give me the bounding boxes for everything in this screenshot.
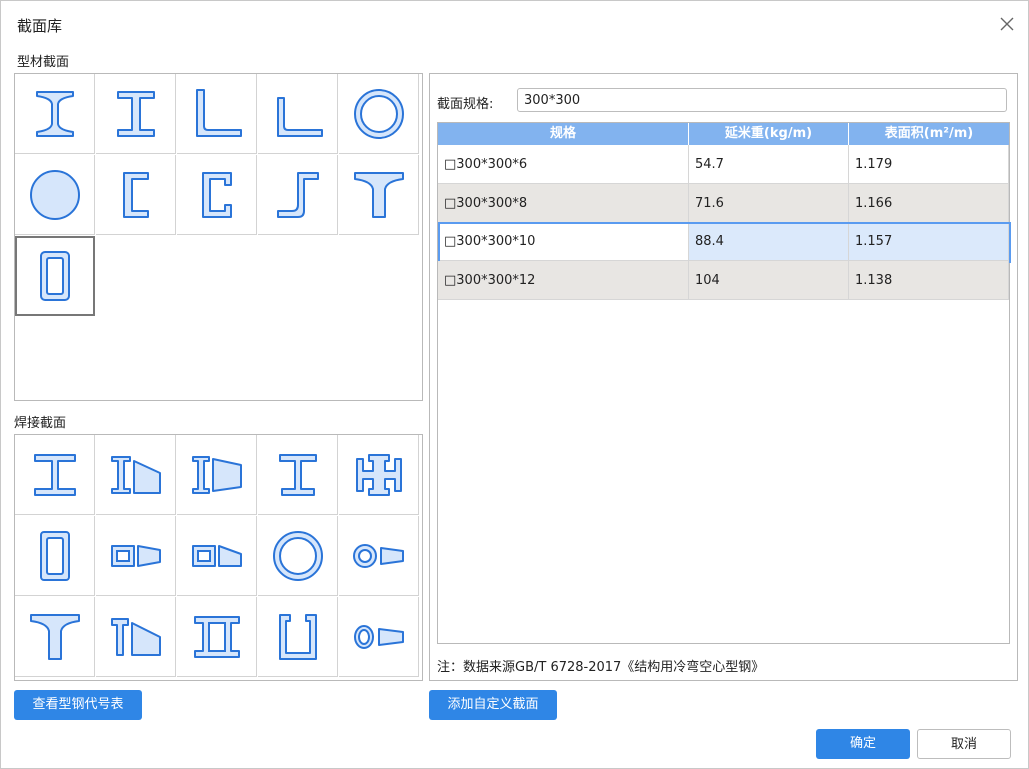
table-header: 规格 延米重(kg/m) 表面积(m²/m) — [438, 123, 1009, 145]
welded-i-icon[interactable] — [15, 435, 95, 515]
welded-section-label: 焊接截面 — [14, 416, 67, 431]
table-row-selected[interactable]: □300*300*10 88.4 1.157 — [438, 222, 1009, 261]
cell-spec: □300*300*12 — [438, 261, 689, 300]
welded-u-icon[interactable] — [258, 597, 338, 677]
cell-spec: □300*300*10 — [438, 222, 689, 261]
table-row[interactable]: □300*300*12 104 1.138 — [438, 261, 1009, 300]
cell-weight: 104 — [689, 261, 849, 300]
spec-input[interactable] — [517, 88, 1007, 112]
cell-weight: 71.6 — [689, 184, 849, 223]
table-row[interactable]: □300*300*8 71.6 1.166 — [438, 184, 1009, 223]
lipped-channel-icon[interactable] — [177, 155, 257, 235]
unequal-angle-icon[interactable] — [258, 74, 338, 154]
cell-surface-area: 1.179 — [849, 145, 1009, 184]
channel-icon[interactable] — [96, 155, 176, 235]
welded-pipe-icon[interactable] — [258, 516, 338, 596]
welded-tapered-i-2-icon[interactable] — [177, 435, 257, 515]
t-section-icon[interactable] — [339, 155, 419, 235]
header-weight[interactable]: 延米重(kg/m) — [689, 123, 849, 145]
welded-box-icon[interactable] — [15, 516, 95, 596]
table-row[interactable]: □300*300*6 54.7 1.179 — [438, 145, 1009, 184]
welded-double-i-icon[interactable] — [177, 597, 257, 677]
round-bar-icon[interactable] — [15, 155, 95, 235]
view-code-table-button[interactable]: 查看型钢代号表 — [14, 690, 142, 720]
welded-cross-icon[interactable] — [339, 435, 419, 515]
cell-spec: □300*300*6 — [438, 145, 689, 184]
section-library-dialog: 截面库 型材截面 焊接截面 截面规格: 300*300 规格 延米重(kg/m)… — [0, 0, 1029, 769]
i-beam-icon[interactable] — [15, 74, 95, 154]
cancel-button[interactable]: 取消 — [917, 729, 1011, 759]
data-source-note: 注：数据来源GB/T 6728-2017《结构用冷弯空心型钢》 — [437, 660, 765, 675]
cell-surface-area: 1.138 — [849, 261, 1009, 300]
spec-table: 规格 延米重(kg/m) 表面积(m²/m) □300*300*6 54.7 1… — [437, 122, 1011, 644]
welded-tapered-box-2-icon[interactable] — [177, 516, 257, 596]
circular-tube-icon[interactable] — [339, 74, 419, 154]
profile-section-label: 型材截面 — [17, 55, 70, 70]
welded-tapered-i-icon[interactable] — [96, 435, 176, 515]
cell-weight: 54.7 — [689, 145, 849, 184]
spec-label: 截面规格: — [437, 97, 494, 112]
welded-tapered-pipe-icon[interactable] — [339, 516, 419, 596]
rectangular-tube-icon[interactable] — [15, 236, 95, 316]
z-section-icon[interactable] — [258, 155, 338, 235]
welded-tapered-box-icon[interactable] — [96, 516, 176, 596]
welded-unequal-i-icon[interactable] — [258, 435, 338, 515]
ok-button[interactable]: 确定 — [816, 729, 910, 759]
welded-tapered-t-icon[interactable] — [96, 597, 176, 677]
add-custom-section-button[interactable]: 添加自定义截面 — [429, 690, 557, 720]
dialog-title: 截面库 — [17, 17, 63, 35]
profile-section-grid — [14, 73, 423, 401]
welded-tapered-pipe-2-icon[interactable] — [339, 597, 419, 677]
welded-t-icon[interactable] — [15, 597, 95, 677]
header-surface-area[interactable]: 表面积(m²/m) — [849, 123, 1009, 145]
equal-angle-icon[interactable] — [177, 74, 257, 154]
cell-surface-area: 1.166 — [849, 184, 1009, 223]
h-beam-icon[interactable] — [96, 74, 176, 154]
close-icon[interactable] — [997, 14, 1017, 34]
cell-surface-area: 1.157 — [849, 222, 1009, 261]
cell-weight: 88.4 — [689, 222, 849, 261]
cell-spec: □300*300*8 — [438, 184, 689, 223]
header-spec[interactable]: 规格 — [438, 123, 689, 145]
welded-section-grid — [14, 434, 423, 681]
